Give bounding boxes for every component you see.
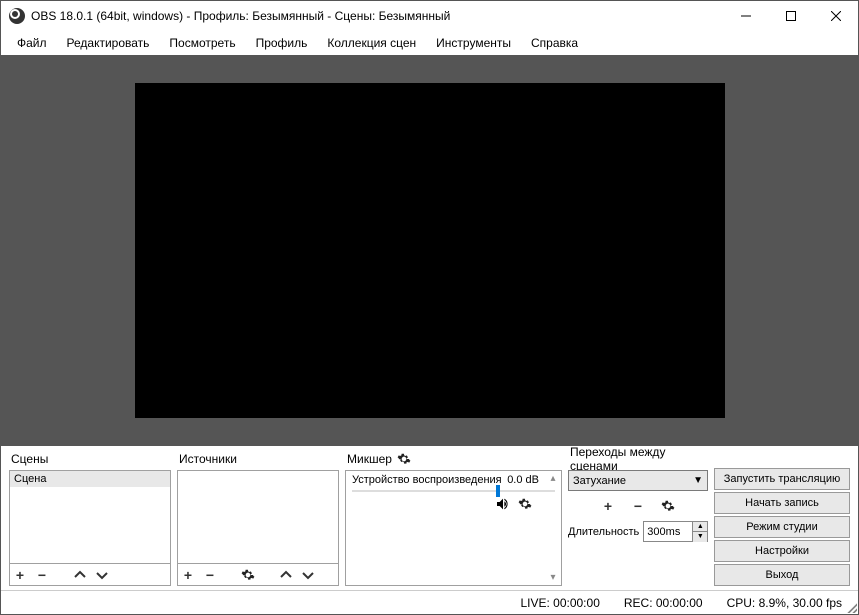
status-cpu: CPU: 8.9%, 30.00 fps	[727, 596, 842, 610]
resize-grip[interactable]	[845, 601, 857, 613]
scenes-toolbar: + −	[9, 564, 171, 586]
app-icon	[9, 8, 25, 24]
transition-properties-button[interactable]	[660, 498, 676, 514]
add-scene-button[interactable]: +	[12, 567, 28, 583]
transition-select[interactable]: Затухание ▼	[568, 470, 708, 491]
duration-input[interactable]	[644, 526, 692, 538]
maximize-button[interactable]	[768, 1, 813, 31]
remove-source-button[interactable]: −	[202, 567, 218, 583]
start-stream-button[interactable]: Запустить трансляцию	[714, 468, 850, 490]
menu-file[interactable]: Файл	[7, 33, 57, 53]
mixer-label: Микшер	[347, 452, 392, 466]
duration-label: Длительность	[568, 526, 639, 538]
mixer-header: Микшер	[345, 450, 562, 468]
source-down-button[interactable]	[300, 567, 316, 583]
mixer-volume-slider[interactable]	[352, 490, 555, 492]
add-transition-button[interactable]: +	[600, 498, 616, 514]
menu-tools[interactable]: Инструменты	[426, 33, 521, 53]
mixer-panel: Микшер Устройство воспроизведения 0.0 dB…	[345, 450, 562, 586]
source-properties-button[interactable]	[240, 567, 256, 583]
status-rec: REC: 00:00:00	[624, 596, 703, 610]
scenes-panel: Сцены Сцена + −	[9, 450, 171, 586]
mute-button[interactable]	[495, 496, 511, 512]
scenes-header: Сцены	[9, 450, 171, 468]
scroll-down-icon: ▾	[550, 572, 555, 583]
mixer-scrollbar[interactable]: ▴ ▾	[545, 471, 561, 585]
transition-duration-row: Длительность ▲ ▼	[568, 521, 708, 542]
remove-transition-button[interactable]: −	[630, 498, 646, 514]
scroll-up-icon: ▴	[550, 473, 555, 484]
preview-area	[1, 55, 858, 446]
duration-spinbox[interactable]: ▲ ▼	[643, 521, 708, 542]
start-record-button[interactable]: Начать запись	[714, 492, 850, 514]
close-button[interactable]	[813, 1, 858, 31]
panels-row: Сцены Сцена + − Источники + − Микшер	[1, 446, 858, 590]
transitions-panel: Переходы между сценами Затухание ▼ + − Д…	[568, 450, 708, 586]
menubar: Файл Редактировать Посмотреть Профиль Ко…	[1, 31, 858, 55]
scene-up-button[interactable]	[72, 567, 88, 583]
source-up-button[interactable]	[278, 567, 294, 583]
sources-listbox[interactable]	[177, 470, 339, 564]
preview-canvas[interactable]	[135, 83, 725, 418]
mixer-device-label: Устройство воспроизведения	[352, 474, 502, 486]
mixer-settings-button[interactable]	[396, 451, 412, 467]
status-bar: LIVE: 00:00:00 REC: 00:00:00 CPU: 8.9%, …	[1, 590, 858, 614]
titlebar: OBS 18.0.1 (64bit, windows) - Профиль: Б…	[1, 1, 858, 31]
studio-mode-button[interactable]: Режим студии	[714, 516, 850, 538]
duration-down-button[interactable]: ▼	[693, 532, 707, 542]
menu-profile[interactable]: Профиль	[246, 33, 318, 53]
minimize-button[interactable]	[723, 1, 768, 31]
slider-thumb[interactable]	[496, 485, 500, 497]
channel-settings-button[interactable]	[517, 496, 533, 512]
scene-down-button[interactable]	[94, 567, 110, 583]
sources-panel: Источники + −	[177, 450, 339, 586]
window-controls	[723, 1, 858, 31]
transition-toolbar: + −	[568, 495, 708, 517]
mixer-channel-controls	[348, 492, 559, 512]
settings-button[interactable]: Настройки	[714, 540, 850, 562]
duration-up-button[interactable]: ▲	[693, 522, 707, 532]
status-live: LIVE: 00:00:00	[520, 596, 599, 610]
chevron-down-icon: ▼	[693, 475, 703, 486]
exit-button[interactable]: Выход	[714, 564, 850, 586]
mixer-box: Устройство воспроизведения 0.0 dB ▴ ▾	[345, 470, 562, 586]
sources-header: Источники	[177, 450, 339, 468]
mixer-channel-row: Устройство воспроизведения 0.0 dB	[348, 474, 559, 486]
menu-scene-collection[interactable]: Коллекция сцен	[317, 33, 426, 53]
window-title: OBS 18.0.1 (64bit, windows) - Профиль: Б…	[31, 9, 723, 23]
scenes-listbox[interactable]: Сцена	[9, 470, 171, 564]
sources-toolbar: + −	[177, 564, 339, 586]
menu-view[interactable]: Посмотреть	[159, 33, 245, 53]
transitions-header: Переходы между сценами	[568, 450, 708, 468]
menu-help[interactable]: Справка	[521, 33, 588, 53]
controls-panel: Запустить трансляцию Начать запись Режим…	[714, 450, 850, 586]
add-source-button[interactable]: +	[180, 567, 196, 583]
transition-selected: Затухание	[573, 475, 626, 487]
menu-edit[interactable]: Редактировать	[57, 33, 160, 53]
remove-scene-button[interactable]: −	[34, 567, 50, 583]
scene-item[interactable]: Сцена	[10, 471, 170, 487]
